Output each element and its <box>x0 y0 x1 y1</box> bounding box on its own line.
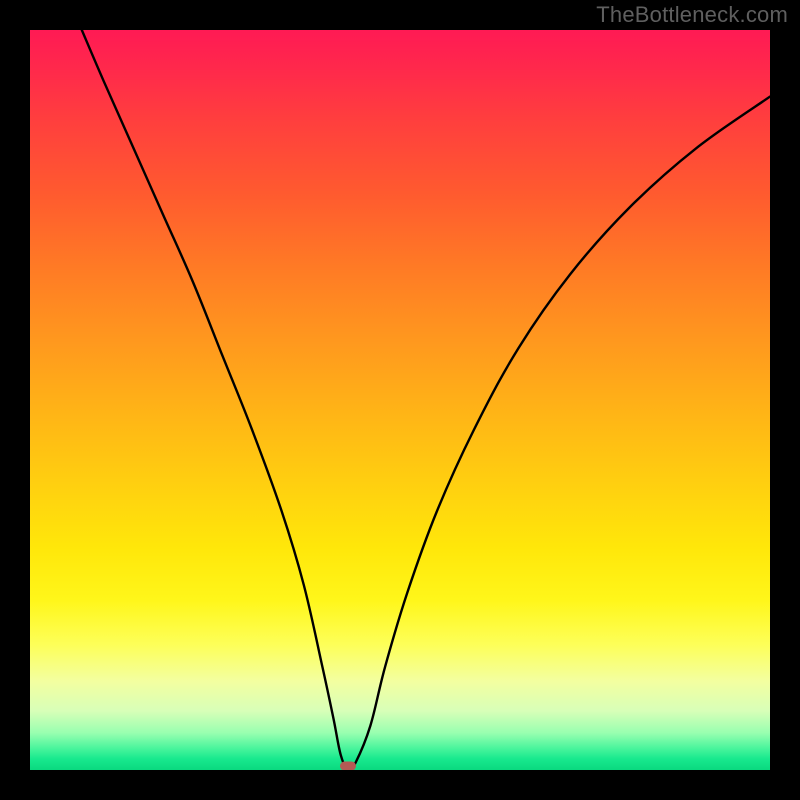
watermark-text: TheBottleneck.com <box>596 2 788 28</box>
plot-area <box>30 30 770 770</box>
optimum-marker <box>340 762 356 771</box>
bottleneck-curve <box>30 30 770 770</box>
chart-frame <box>0 0 800 800</box>
